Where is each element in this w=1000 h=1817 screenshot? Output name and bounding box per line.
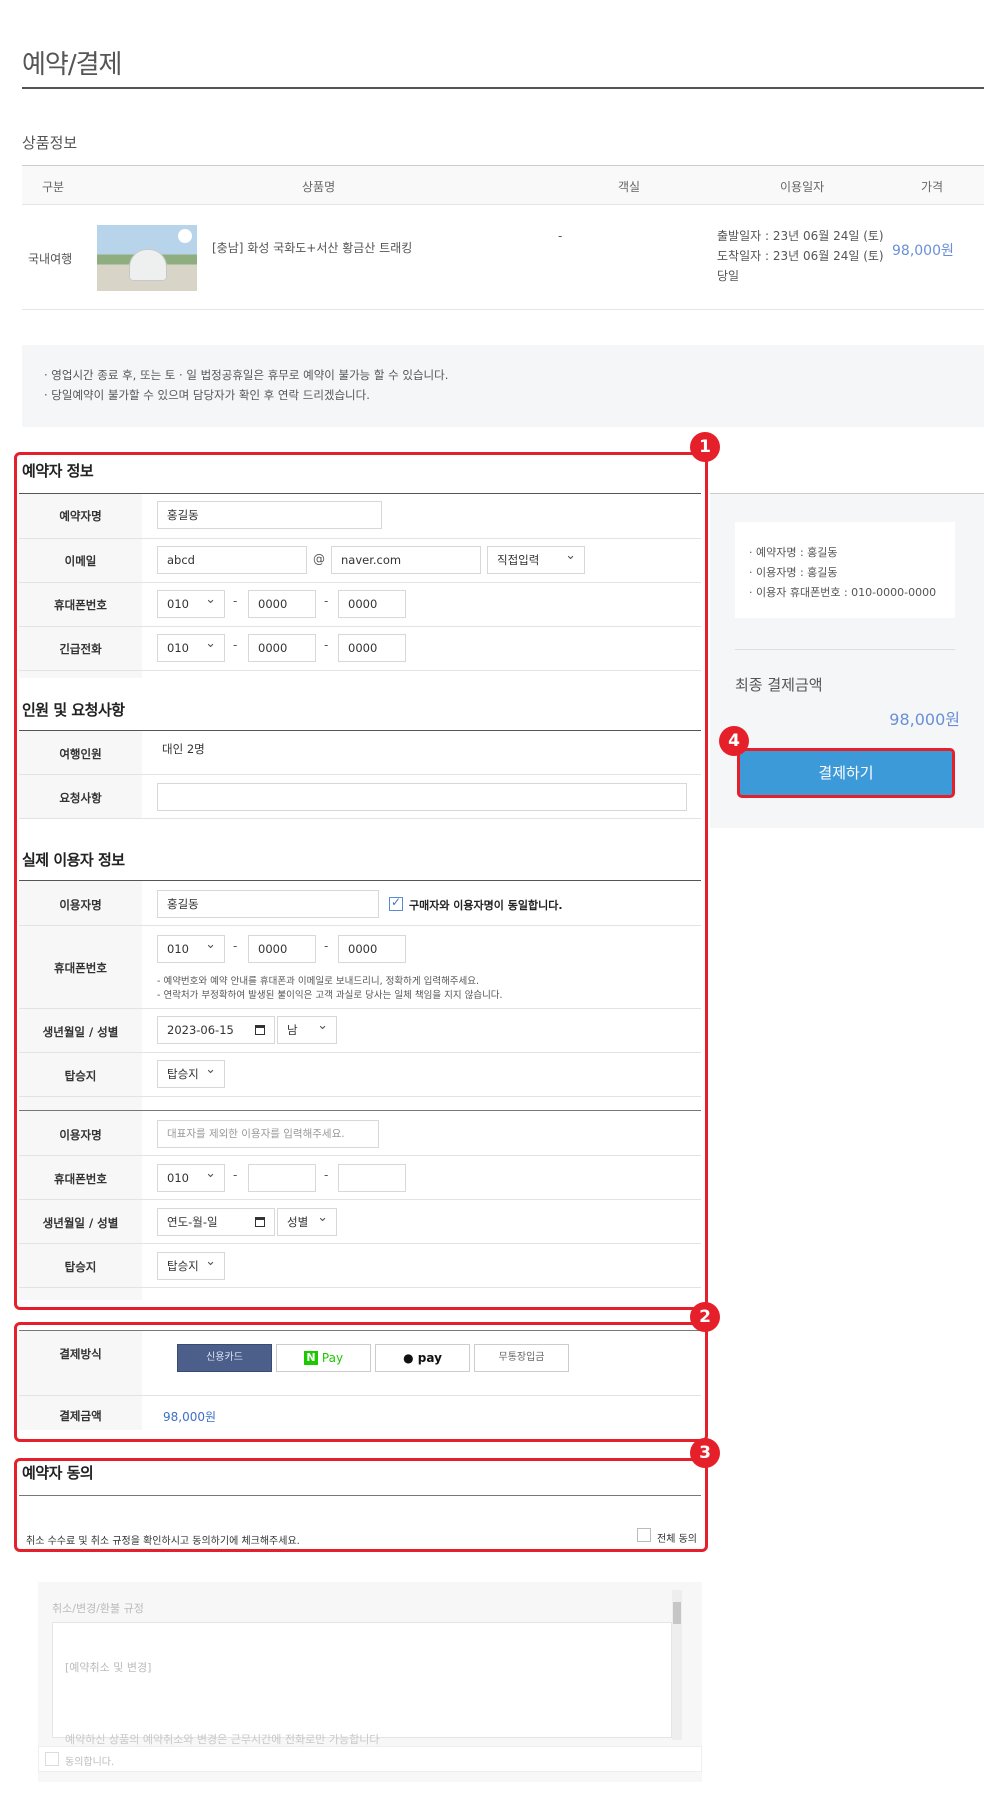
agree-checkbox[interactable] <box>45 1752 59 1766</box>
scrollbar-thumb[interactable] <box>673 1602 681 1624</box>
terms-area: 취소/변경/환불 규정 [예약취소 및 변경] 예약하신 상품의 예약취소와 변… <box>38 1582 702 1782</box>
final-amount-label: 최종 결제금액 <box>735 676 823 694</box>
column-header: 이용일자 <box>780 180 825 194</box>
terms-title: 취소/변경/환불 규정 <box>52 1602 144 1615</box>
callout-badge-3: 3 <box>690 1438 720 1468</box>
terms-textbox[interactable]: [예약취소 및 변경] 예약하신 상품의 예약취소와 변경은 근무시간에 전화로… <box>52 1622 672 1746</box>
summary-divider <box>735 649 955 650</box>
callout-box-3 <box>14 1458 708 1552</box>
agree-label[interactable]: 동의합니다. <box>65 1753 114 1768</box>
callout-badge-1: 1 <box>690 432 720 462</box>
table-row: 국내여행 [충남] 화성 국화도+서산 황금산 트래킹 - 출발일자 : 23년… <box>22 205 984 310</box>
column-header: 상품명 <box>302 180 336 194</box>
terms-scrollbar[interactable] <box>672 1590 682 1740</box>
terms-text: 예약하신 상품의 예약취소와 변경은 근무시간에 전화로만 가능합니다 <box>65 1733 380 1746</box>
order-summary-panel: · 예약자명 : 홍길동 · 이용자명 : 홍길동 · 이용자 휴대폰번호 : … <box>710 493 984 828</box>
summary-box: · 예약자명 : 홍길동 · 이용자명 : 홍길동 · 이용자 휴대폰번호 : … <box>735 522 955 618</box>
product-thumbnail[interactable] <box>97 225 197 291</box>
callout-badge-4: 4 <box>719 726 749 756</box>
title-divider <box>22 87 984 89</box>
product-room: - <box>558 229 563 243</box>
agree-row: 동의합니다. <box>38 1746 702 1772</box>
callout-box-2 <box>14 1322 708 1442</box>
notice-line: · 영업시간 종료 후, 또는 토 · 일 법정공휴일은 휴무로 예약이 불가능… <box>44 368 449 382</box>
product-price: 98,000원 <box>892 243 954 259</box>
column-header: 객실 <box>618 180 641 194</box>
arrive-date: 도착일자 : 23년 06월 24일 (토) <box>717 249 884 263</box>
product-table-header: 구분 상품명 객실 이용일자 가격 <box>22 165 984 205</box>
pay-button[interactable]: 결제하기 <box>737 748 955 798</box>
summary-line: · 이용자명 : 홍길동 <box>749 566 838 579</box>
page-title: 예약/결제 <box>22 50 122 80</box>
callout-badge-2: 2 <box>690 1302 720 1332</box>
callout-box-1 <box>14 452 708 1310</box>
final-amount: 98,000원 <box>889 710 960 729</box>
column-header: 구분 <box>42 180 65 194</box>
product-info-heading: 상품정보 <box>22 134 78 152</box>
summary-line: · 이용자 휴대폰번호 : 010-0000-0000 <box>749 586 937 599</box>
product-category: 국내여행 <box>28 252 73 266</box>
trip-type: 당일 <box>717 269 740 283</box>
notice-line: · 당일예약이 불가할 수 있으며 담당자가 확인 후 연락 드리겠습니다. <box>44 388 370 402</box>
terms-subheading: [예약취소 및 변경] <box>65 1661 152 1674</box>
depart-date: 출발일자 : 23년 06월 24일 (토) <box>717 229 884 243</box>
notice-box: · 영업시간 종료 후, 또는 토 · 일 법정공휴일은 휴무로 예약이 불가능… <box>22 345 984 427</box>
column-header: 가격 <box>921 180 944 194</box>
summary-line: · 예약자명 : 홍길동 <box>749 546 838 559</box>
product-name[interactable]: [충남] 화성 국화도+서산 황금산 트래킹 <box>212 239 412 256</box>
